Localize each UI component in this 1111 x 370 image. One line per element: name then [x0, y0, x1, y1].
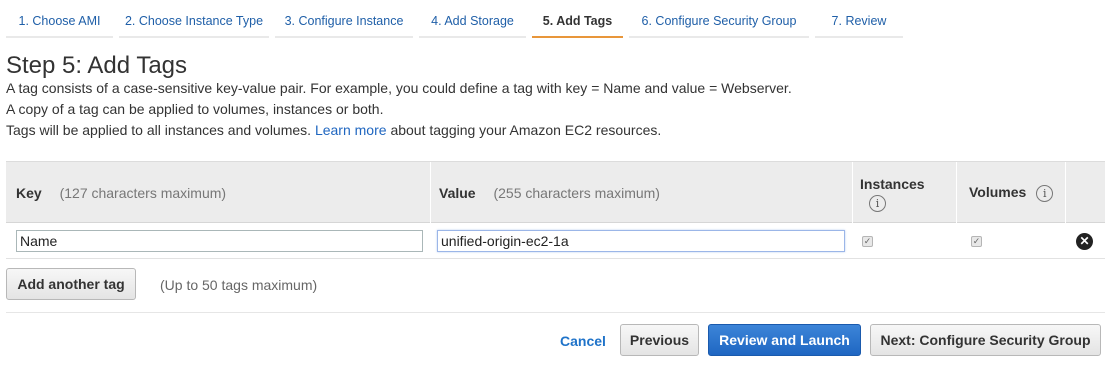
value-header-label: Value — [439, 185, 476, 201]
table-row: ✓ ✓ ✕ — [6, 224, 1105, 259]
column-divider — [956, 162, 957, 223]
value-header-hint: (255 characters maximum) — [493, 185, 660, 201]
column-divider — [852, 162, 853, 223]
tag-key-input[interactable] — [16, 230, 423, 252]
column-divider — [430, 162, 431, 223]
tags-table-header: Key (127 characters maximum) Value (255 … — [6, 161, 1105, 223]
instances-info-icon[interactable]: i — [869, 194, 886, 212]
remove-tag-icon[interactable]: ✕ — [1076, 233, 1093, 250]
cancel-button[interactable]: Cancel — [560, 333, 606, 349]
step-add-storage[interactable]: 4. Add Storage — [419, 0, 526, 38]
description-line-3-start: Tags will be applied to all instances an… — [6, 122, 312, 138]
step-choose-instance-type[interactable]: 2. Choose Instance Type — [119, 0, 269, 38]
review-and-launch-button[interactable]: Review and Launch — [708, 324, 861, 356]
instances-checkbox[interactable]: ✓ — [862, 236, 873, 247]
volumes-checkbox[interactable]: ✓ — [971, 236, 982, 247]
learn-more-link[interactable]: Learn more — [315, 122, 387, 138]
key-header-label: Key — [16, 185, 42, 201]
volumes-info-icon[interactable]: i — [1036, 184, 1054, 202]
previous-button[interactable]: Previous — [620, 324, 699, 356]
step-configure-security-group[interactable]: 6. Configure Security Group — [629, 0, 809, 38]
key-header-hint: (127 characters maximum) — [59, 185, 227, 201]
step-review[interactable]: 7. Review — [815, 0, 903, 38]
tag-limit-note: (Up to 50 tags maximum) — [160, 277, 318, 293]
add-another-tag-button[interactable]: Add another tag — [6, 268, 136, 300]
step-add-tags[interactable]: 5. Add Tags — [532, 0, 623, 38]
step-choose-ami[interactable]: 1. Choose AMI — [6, 0, 113, 38]
tag-value-input[interactable] — [437, 230, 845, 252]
description-line-1: A tag consists of a case-sensitive key-v… — [6, 80, 792, 96]
page-title: Step 5: Add Tags — [6, 52, 188, 79]
description-line-3: Tags will be applied to all instances an… — [6, 122, 661, 138]
volumes-header-label: Volumes — [969, 184, 1027, 200]
column-divider — [1065, 162, 1066, 223]
divider — [6, 312, 1105, 313]
step-configure-instance[interactable]: 3. Configure Instance — [275, 0, 413, 38]
next-configure-security-group-button[interactable]: Next: Configure Security Group — [870, 324, 1101, 356]
instances-header-label: Instances — [860, 176, 925, 192]
description-line-3-end: about tagging your Amazon EC2 resources. — [390, 122, 662, 138]
description-line-2: A copy of a tag can be applied to volume… — [6, 101, 384, 117]
